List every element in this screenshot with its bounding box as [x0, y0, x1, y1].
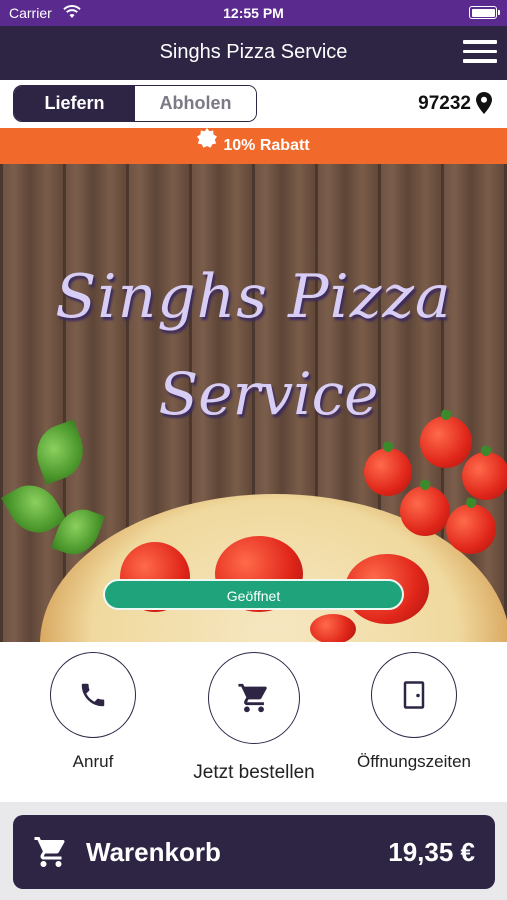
pickup-tab[interactable]: Abholen: [135, 86, 256, 121]
cherry-tomato-image: [400, 478, 450, 536]
delivery-tab[interactable]: Liefern: [14, 86, 135, 121]
hero-image: Singhs Pizza Service Geöffnet: [0, 164, 507, 642]
discount-badge-icon: [197, 126, 218, 162]
opening-hours-button-circle[interactable]: [371, 652, 457, 738]
order-mode-toggle: Liefern Abholen: [13, 85, 257, 122]
cherry-tomato-image: [462, 444, 507, 500]
logo-line-2: Service: [158, 360, 379, 428]
cherry-tomato-image: [364, 440, 412, 496]
logo-line-1: Singhs Pizza: [55, 262, 452, 332]
open-status-badge: Geöffnet: [103, 579, 404, 610]
nav-bar: Singhs Pizza Service: [0, 26, 507, 80]
status-time: 12:55 PM: [223, 5, 284, 21]
zip-code[interactable]: 97232: [418, 93, 471, 115]
tomato-slice-image: [310, 614, 356, 642]
status-bar: Carrier 12:55 PM: [0, 0, 507, 26]
hamburger-menu-icon[interactable]: [463, 40, 497, 66]
page-title: Singhs Pizza Service: [159, 41, 348, 63]
call-button[interactable]: Anruf: [50, 652, 136, 772]
cart-bar-icon: [33, 834, 69, 875]
battery-icon: [469, 6, 500, 19]
order-now-label: Jetzt bestellen: [193, 762, 315, 783]
cart-label: Warenkorb: [86, 837, 221, 867]
call-button-circle[interactable]: [50, 652, 136, 738]
opening-hours-button[interactable]: Öffnungszeiten: [352, 652, 476, 772]
location-pin-icon[interactable]: [476, 92, 492, 116]
action-buttons: Anruf Jetzt bestellen Öffnungszeiten: [0, 642, 507, 802]
order-now-button[interactable]: Jetzt bestellen: [160, 652, 348, 784]
call-label: Anruf: [72, 752, 114, 771]
discount-banner[interactable]: 10% Rabatt: [0, 128, 507, 164]
basil-leaf-image: [28, 419, 92, 485]
opening-hours-label: Öffnungszeiten: [356, 752, 472, 771]
cherry-tomato-image: [420, 408, 472, 468]
discount-label: 10% Rabatt: [223, 137, 310, 154]
order-now-button-circle[interactable]: [208, 652, 300, 744]
cart-button[interactable]: Warenkorb 19,35 €: [13, 815, 495, 889]
footer-area: Warenkorb 19,35 €: [0, 802, 507, 900]
cart-total: 19,35 €: [388, 837, 475, 867]
order-mode-row: Liefern Abholen 97232: [0, 80, 507, 128]
cherry-tomato-image: [446, 496, 496, 554]
